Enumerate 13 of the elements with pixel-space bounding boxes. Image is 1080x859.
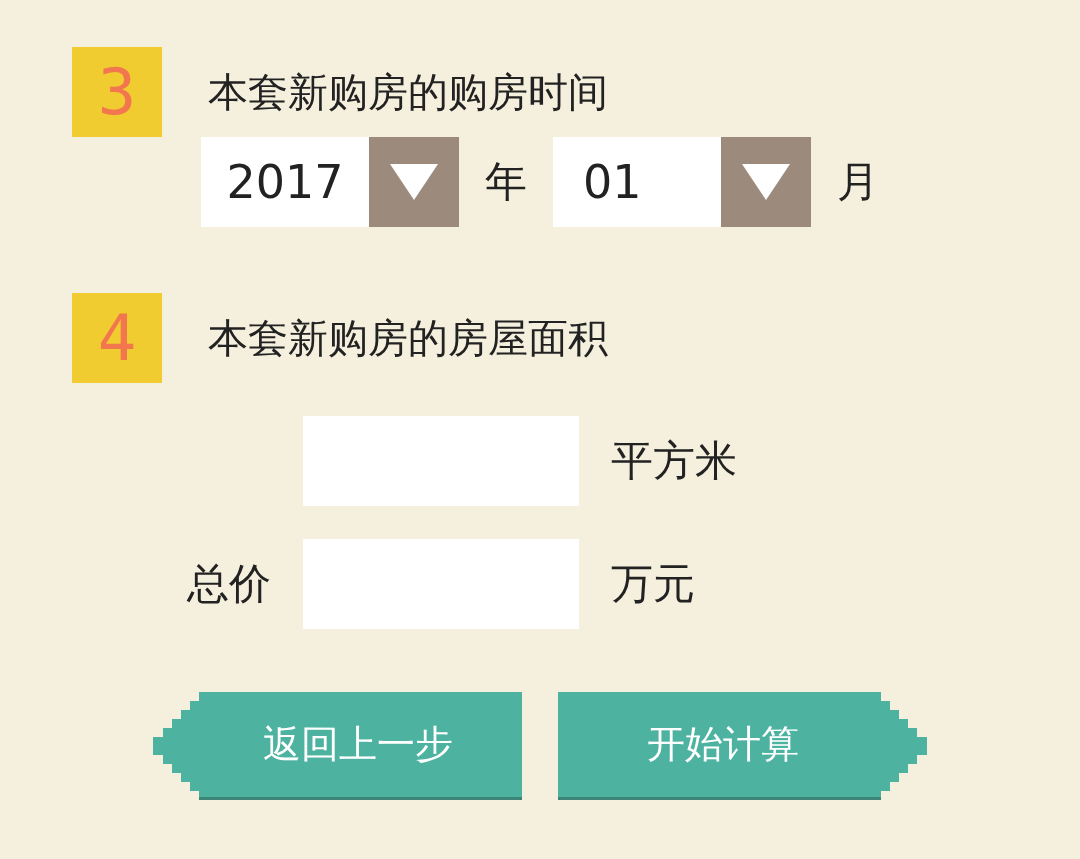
step-title: 本套新购房的房屋面积 xyxy=(208,313,608,363)
month-unit: 月 xyxy=(837,156,879,208)
year-unit: 年 xyxy=(485,156,527,208)
field-unit: 万元 xyxy=(611,558,695,610)
caret-icon xyxy=(390,164,438,200)
step-number-badge: 4 xyxy=(72,293,162,383)
caret-icon xyxy=(742,164,790,200)
step-number-badge: 3 xyxy=(72,47,162,137)
step-title: 本套新购房的购房时间 xyxy=(208,67,608,117)
field-label: 总价 xyxy=(187,559,271,608)
input-field[interactable] xyxy=(303,539,579,629)
input-field[interactable] xyxy=(303,416,579,506)
field-unit: 平方米 xyxy=(611,435,737,487)
